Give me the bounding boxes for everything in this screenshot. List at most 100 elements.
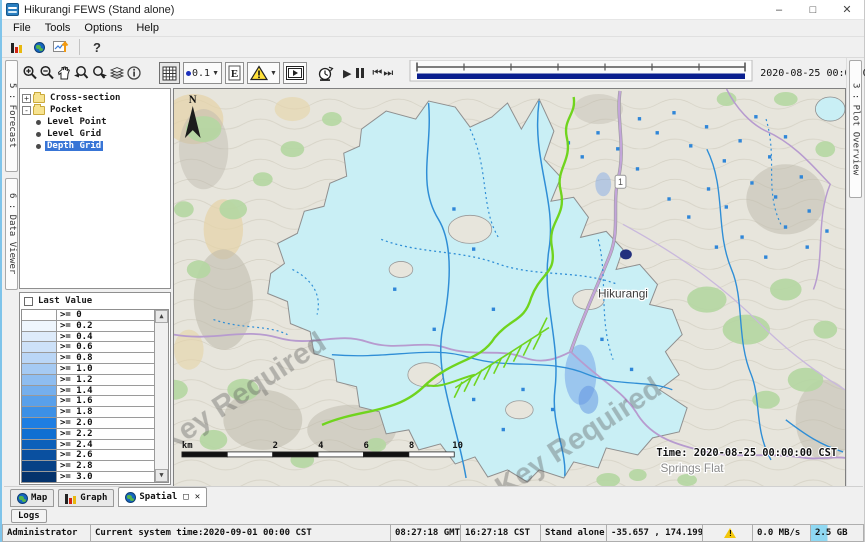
last-value-option[interactable]: Last Value	[20, 293, 170, 309]
legend-label: >= 1.8	[57, 407, 154, 417]
legend-row[interactable]: >= 2.4	[22, 440, 154, 451]
legend-row[interactable]: >= 0.6	[22, 342, 154, 353]
last-value-checkbox[interactable]	[24, 297, 33, 306]
layer-tree[interactable]: + Cross-section - Pocket Level Point	[19, 88, 171, 289]
expander-icon[interactable]: +	[22, 94, 31, 103]
zoom-next-icon[interactable]	[91, 61, 108, 85]
legend-table: >= 0>= 0.2>= 0.4>= 0.6>= 0.8>= 1.0>= 1.2…	[21, 309, 169, 483]
info-icon[interactable]	[126, 61, 142, 85]
play-button[interactable]: ▶	[343, 67, 351, 80]
menu-file[interactable]: File	[6, 21, 38, 35]
legend-swatch	[22, 450, 57, 460]
grid-toggle-button[interactable]	[159, 62, 180, 84]
legend-row[interactable]: >= 0.4	[22, 332, 154, 343]
close-tab-icon[interactable]: ✕	[195, 492, 200, 502]
legend-row[interactable]: >= 2.2	[22, 429, 154, 440]
legend-label: >= 0	[57, 310, 154, 320]
tree-item-level-point[interactable]: Level Point	[22, 116, 168, 128]
map-canvas[interactable]: API Key Required API Key Required 1 Hiku…	[173, 88, 846, 487]
time-slider[interactable]	[409, 60, 753, 87]
legend-row[interactable]: >= 2.6	[22, 450, 154, 461]
legend-row[interactable]: >= 0	[22, 310, 154, 321]
title-bar[interactable]: Hikurangi FEWS (Stand alone) – □ ✕	[2, 0, 864, 20]
label-toggle-button[interactable]: E	[225, 62, 244, 84]
help-button[interactable]: ?	[87, 40, 107, 55]
menu-help[interactable]: Help	[129, 21, 166, 35]
minimize-button[interactable]: –	[762, 0, 796, 19]
chevron-down-icon: ▼	[270, 70, 277, 77]
zoom-out-icon[interactable]	[39, 61, 55, 85]
maximize-button[interactable]: □	[796, 0, 830, 19]
leaf-icon	[36, 144, 41, 149]
legend-label: >= 1.6	[57, 396, 154, 406]
legend-swatch	[22, 396, 57, 406]
globe-icon	[125, 492, 136, 503]
folder-icon	[33, 94, 45, 103]
legend-row[interactable]: >= 2.0	[22, 418, 154, 429]
expander-icon[interactable]: -	[22, 106, 31, 115]
bars-icon	[65, 493, 77, 504]
pause-button[interactable]	[356, 68, 364, 78]
legend-row[interactable]: >= 0.8	[22, 353, 154, 364]
zoom-previous-icon[interactable]	[73, 61, 90, 85]
map-time-label: Time: 2020-08-25 00:00:00 CST	[656, 447, 837, 459]
undock-tab-icon[interactable]: □	[183, 492, 188, 502]
svg-text:Hikurangi: Hikurangi	[598, 286, 648, 300]
legend-label: >= 0.4	[57, 332, 154, 342]
zoom-in-icon[interactable]	[22, 61, 38, 85]
legend-rows: >= 0>= 0.2>= 0.4>= 0.6>= 0.8>= 1.0>= 1.2…	[22, 310, 154, 482]
threshold-dot-icon	[186, 71, 191, 76]
explorer-icon[interactable]	[6, 35, 28, 59]
svg-text:6: 6	[363, 441, 368, 451]
tab-map[interactable]: Map	[10, 489, 54, 507]
scroll-up-icon[interactable]: ▲	[155, 310, 168, 323]
legend-row[interactable]: >= 1.6	[22, 396, 154, 407]
tree-item-level-grid[interactable]: Level Grid	[22, 128, 168, 140]
legend-label: >= 2.4	[57, 440, 154, 450]
tab-plot-overview[interactable]: 3 : Plot Overview	[849, 60, 862, 198]
warning-thresholds-dropdown[interactable]: ▼	[247, 62, 280, 84]
time-navigator-icon[interactable]	[317, 61, 334, 85]
legend-row[interactable]: >= 1.8	[22, 407, 154, 418]
status-memory[interactable]: 2.5 GB	[810, 524, 864, 542]
next-step-button[interactable]: ⏭	[383, 67, 393, 80]
menu-tools[interactable]: Tools	[38, 21, 78, 35]
tab-data-viewer[interactable]: 6 : Data Viewer	[5, 178, 18, 290]
animation-player-button[interactable]	[283, 62, 307, 84]
pan-hand-icon[interactable]	[56, 61, 72, 85]
legend-label: >= 2.2	[57, 429, 154, 439]
map-globe-icon[interactable]	[28, 35, 50, 59]
legend-row[interactable]: >= 1.4	[22, 386, 154, 397]
status-coordinates: -35.657 , 174.199	[606, 524, 702, 542]
legend-row[interactable]: >= 2.8	[22, 461, 154, 472]
tree-item-cross-section[interactable]: + Cross-section	[22, 92, 168, 104]
tab-graph[interactable]: Graph	[58, 489, 114, 507]
layers-icon[interactable]	[109, 61, 125, 85]
previous-step-button[interactable]: ⏮	[372, 67, 382, 80]
legend-row[interactable]: >= 1.2	[22, 375, 154, 386]
legend-swatch	[22, 310, 57, 320]
legend-label: >= 0.8	[57, 353, 154, 363]
tab-forecast[interactable]: 5 : Forecast	[5, 60, 18, 172]
left-tab-strip: 5 : Forecast 6 : Data Viewer	[4, 58, 19, 487]
legend-swatch	[22, 418, 57, 428]
main-area: 5 : Forecast 6 : Data Viewer	[4, 58, 863, 487]
legend-row[interactable]: >= 1.0	[22, 364, 154, 375]
status-warning-cell[interactable]	[702, 524, 752, 542]
menu-options[interactable]: Options	[77, 21, 129, 35]
tree-item-pocket[interactable]: - Pocket	[22, 104, 168, 116]
tab-spatial[interactable]: Spatial □ ✕	[118, 487, 207, 507]
window-title: Hikurangi FEWS (Stand alone)	[24, 4, 174, 16]
legend-scrollbar[interactable]: ▲ ▼	[154, 310, 168, 482]
scroll-down-icon[interactable]: ▼	[155, 469, 168, 482]
legend-row[interactable]: >= 3.0	[22, 472, 154, 482]
close-button[interactable]: ✕	[830, 0, 864, 19]
graph-display-icon[interactable]	[50, 35, 72, 59]
legend-row[interactable]: >= 0.2	[22, 321, 154, 332]
logs-button[interactable]: Logs	[11, 509, 47, 523]
threshold-dropdown[interactable]: 0.1 ▼	[183, 62, 222, 84]
legend-label: >= 1.2	[57, 375, 154, 385]
bottom-tab-bar: Map Graph Spatial □ ✕	[4, 486, 863, 507]
tree-item-depth-grid[interactable]: Depth Grid	[22, 140, 168, 152]
app-window: { "window": { "title": "Hikurangi FEWS (…	[0, 0, 865, 542]
